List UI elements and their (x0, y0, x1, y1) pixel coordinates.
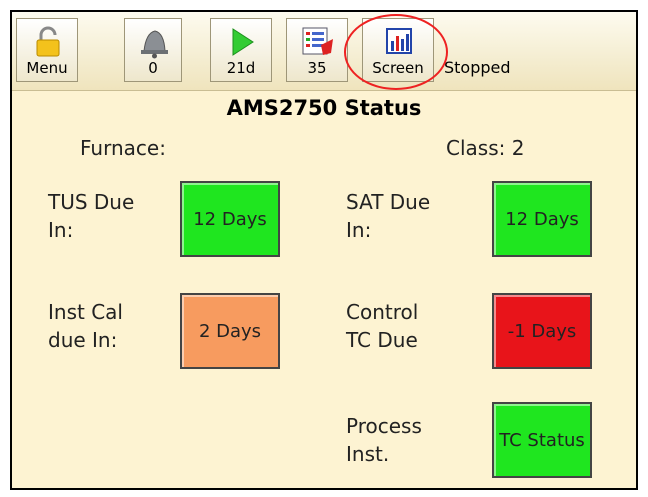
run-days-label: 21d (226, 59, 256, 77)
padlock-icon (17, 25, 77, 59)
page-title: AMS2750 Status (226, 96, 422, 120)
bell-icon (125, 25, 181, 59)
screen-button[interactable]: Screen (362, 18, 434, 82)
menu-label: Menu (26, 59, 68, 77)
recording-status-text: Stopped (444, 58, 511, 77)
screen-label: Screen (372, 59, 424, 77)
inst-cal-due-status[interactable]: 2 Days (180, 293, 280, 369)
play-icon (211, 25, 271, 59)
furnace-label: Furnace: (80, 136, 166, 160)
sat-due-label: SAT Due In: (346, 190, 431, 242)
messages-button[interactable]: 35 (286, 18, 348, 82)
messages-count-label: 35 (307, 59, 327, 77)
inst-cal-due-label: Inst Cal due In: (48, 300, 123, 352)
process-inst-label: Process Inst. (346, 414, 422, 466)
tus-due-status[interactable]: 12 Days (180, 181, 280, 257)
control-tc-due-status[interactable]: -1 Days (492, 293, 592, 369)
toolbar: Menu 0 21d 35 Screen Stopped (12, 12, 636, 91)
control-tc-due-label: Control TC Due (346, 300, 419, 352)
tus-due-label: TUS Due In: (48, 190, 135, 242)
alarm-count-label: 0 (148, 59, 158, 77)
menu-button[interactable]: Menu (16, 18, 78, 82)
run-button[interactable]: 21d (210, 18, 272, 82)
alarm-button[interactable]: 0 (124, 18, 182, 82)
tc-status-button[interactable]: TC Status (492, 402, 592, 478)
sat-due-status[interactable]: 12 Days (492, 181, 592, 257)
messages-list-icon (287, 25, 347, 59)
class-label: Class: 2 (446, 136, 525, 160)
bar-chart-icon (363, 25, 433, 59)
recorder-screen: Menu 0 21d 35 Screen Stopped AMS2750 Sta… (10, 10, 638, 490)
